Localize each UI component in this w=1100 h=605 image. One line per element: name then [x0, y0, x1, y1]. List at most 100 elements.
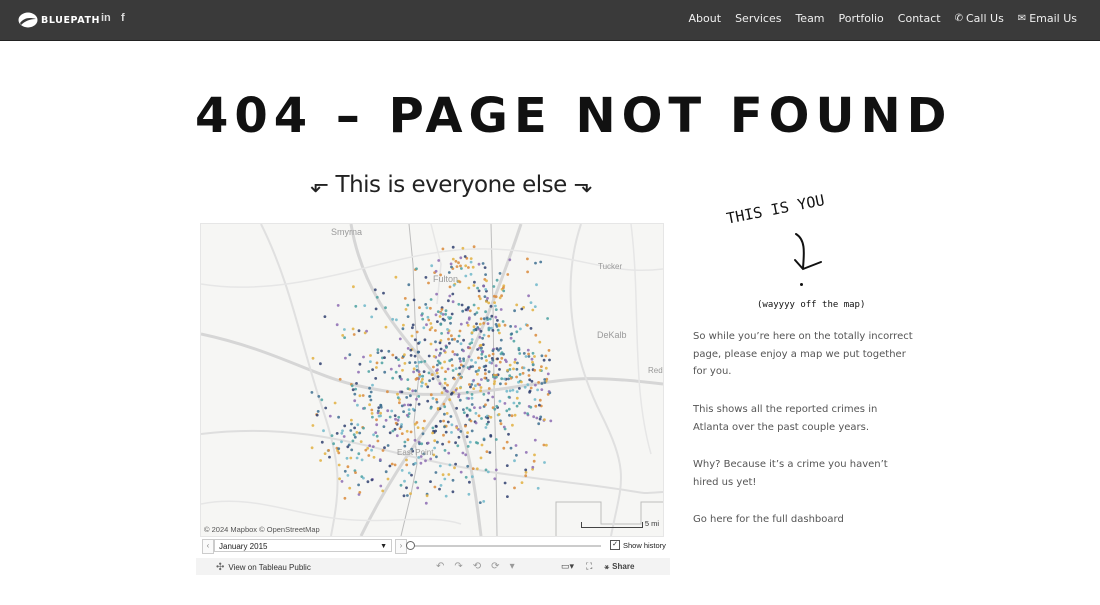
crime-dot[interactable]	[448, 285, 452, 289]
crime-dot[interactable]	[478, 406, 482, 410]
crime-dot[interactable]	[426, 315, 430, 319]
crime-dot[interactable]	[439, 484, 443, 487]
crime-dot[interactable]	[388, 431, 392, 435]
crime-dot[interactable]	[469, 385, 472, 389]
crime-dot[interactable]	[471, 365, 475, 368]
crime-dot[interactable]	[457, 261, 460, 265]
crime-dot[interactable]	[486, 296, 489, 300]
crime-dot[interactable]	[458, 398, 462, 402]
crime-dot[interactable]	[451, 300, 455, 304]
crime-dot[interactable]	[427, 354, 431, 358]
crime-dot[interactable]	[388, 415, 392, 419]
crime-dot[interactable]	[540, 365, 543, 368]
crime-dot[interactable]	[484, 310, 487, 314]
device-layout-icon[interactable]: ▭▾	[561, 561, 574, 572]
previous-month-button[interactable]: ‹	[202, 539, 214, 554]
crime-dot[interactable]	[498, 324, 501, 328]
crime-dot[interactable]	[319, 459, 322, 462]
crime-dot[interactable]	[454, 441, 457, 445]
crime-dot[interactable]	[417, 402, 421, 406]
crime-dot[interactable]	[370, 412, 374, 415]
crime-dot[interactable]	[353, 399, 357, 403]
share-button[interactable]: ⚹ Share	[604, 562, 634, 572]
crime-dot[interactable]	[517, 346, 521, 350]
crime-dot[interactable]	[489, 415, 493, 419]
crime-dot[interactable]	[508, 363, 512, 367]
month-slider-track[interactable]	[411, 545, 601, 547]
crime-dot[interactable]	[543, 418, 546, 421]
crime-dot[interactable]	[341, 429, 344, 433]
crime-dot[interactable]	[383, 370, 387, 374]
crime-dot[interactable]	[356, 423, 360, 427]
crime-dot[interactable]	[349, 429, 353, 432]
crime-dot[interactable]	[443, 360, 446, 364]
crime-dot[interactable]	[402, 494, 406, 498]
crime-dot[interactable]	[362, 355, 365, 359]
crime-dot[interactable]	[453, 337, 456, 341]
crime-dot[interactable]	[371, 415, 374, 419]
crime-dot[interactable]	[468, 316, 471, 320]
crime-dot[interactable]	[446, 383, 449, 387]
crime-dot[interactable]	[467, 266, 470, 269]
crime-dot[interactable]	[484, 468, 488, 472]
crime-dot[interactable]	[434, 429, 437, 433]
crime-dot[interactable]	[487, 328, 491, 332]
crime-dot[interactable]	[371, 445, 375, 448]
crime-dot[interactable]	[438, 341, 442, 345]
crime-dot[interactable]	[486, 322, 490, 325]
crime-dot[interactable]	[468, 440, 472, 444]
crime-dot[interactable]	[343, 336, 346, 339]
crime-dot[interactable]	[462, 349, 465, 353]
crime-dot[interactable]	[467, 355, 471, 358]
crime-dot[interactable]	[416, 350, 420, 354]
crime-dot[interactable]	[340, 431, 344, 435]
crime-dot[interactable]	[513, 486, 516, 490]
crime-dot[interactable]	[417, 360, 421, 364]
crime-dot[interactable]	[548, 358, 551, 362]
crime-dot[interactable]	[424, 459, 427, 463]
crime-dot[interactable]	[482, 321, 486, 325]
facebook-icon[interactable]: f	[121, 12, 125, 24]
crime-dot[interactable]	[469, 260, 473, 264]
crime-dot[interactable]	[363, 304, 367, 307]
crime-dot[interactable]	[484, 364, 488, 368]
nav-contact[interactable]: Contact	[898, 12, 941, 25]
crime-dot[interactable]	[524, 468, 528, 472]
crime-dot[interactable]	[423, 360, 427, 363]
crime-dot[interactable]	[386, 390, 389, 394]
crime-dot[interactable]	[417, 395, 421, 398]
crime-dot[interactable]	[450, 391, 454, 395]
crime-dot[interactable]	[547, 349, 551, 352]
crime-dot[interactable]	[411, 407, 415, 411]
crime-dot[interactable]	[390, 462, 394, 466]
crime-dot[interactable]	[527, 294, 530, 298]
crime-dot[interactable]	[451, 292, 455, 296]
crime-dot[interactable]	[492, 285, 496, 288]
crime-dot[interactable]	[403, 440, 407, 444]
crime-dot[interactable]	[478, 383, 481, 387]
crime-dot[interactable]	[393, 463, 397, 467]
crime-dot[interactable]	[480, 352, 484, 356]
crime-dot[interactable]	[434, 348, 438, 352]
crime-dot[interactable]	[399, 425, 403, 429]
crime-dot[interactable]	[482, 317, 486, 321]
crime-dot[interactable]	[486, 379, 490, 382]
crime-dot[interactable]	[488, 451, 492, 454]
crime-dot[interactable]	[369, 398, 373, 402]
crime-dot[interactable]	[380, 349, 383, 353]
crime-dot[interactable]	[515, 330, 519, 334]
crime-dot[interactable]	[490, 314, 494, 318]
crime-dot[interactable]	[467, 492, 471, 496]
crime-dot[interactable]	[422, 370, 426, 373]
crime-dot[interactable]	[362, 476, 365, 480]
crime-dot[interactable]	[310, 391, 314, 394]
crime-dot[interactable]	[540, 382, 544, 385]
crime-dot[interactable]	[439, 312, 443, 315]
crime-dot[interactable]	[492, 294, 496, 298]
crime-dot[interactable]	[400, 469, 404, 472]
crime-dot[interactable]	[476, 372, 479, 376]
crime-dot[interactable]	[406, 438, 410, 442]
crime-dot[interactable]	[531, 308, 535, 312]
crime-dot[interactable]	[496, 319, 499, 322]
crime-dot[interactable]	[477, 262, 481, 266]
